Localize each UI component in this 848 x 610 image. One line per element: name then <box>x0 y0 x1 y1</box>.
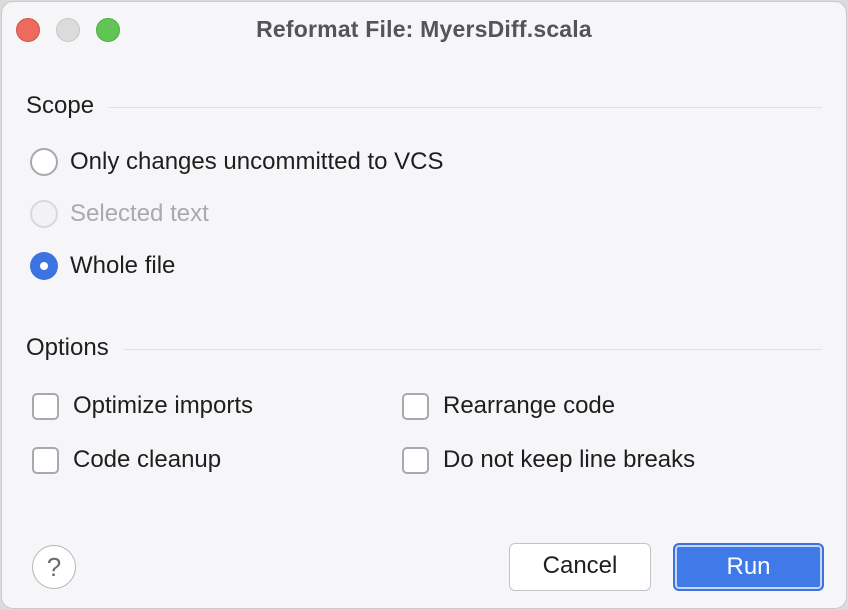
help-icon[interactable]: ? <box>32 545 76 589</box>
radio-button[interactable] <box>30 148 58 176</box>
radio-label: Selected text <box>70 200 209 227</box>
radio-label: Whole file <box>70 252 176 279</box>
options-section-header: Options <box>26 333 822 363</box>
checkbox-rearrange-code[interactable]: Rearrange code <box>402 390 615 422</box>
checkbox[interactable] <box>32 446 59 474</box>
checkbox[interactable] <box>402 392 429 420</box>
checkbox[interactable] <box>402 446 429 474</box>
run-button[interactable]: Run <box>673 543 824 591</box>
radio-label: Only changes uncommitted to VCS <box>70 148 444 175</box>
checkbox-do-not-keep-line-breaks[interactable]: Do not keep line breaks <box>402 444 695 476</box>
radio-option-whole-file[interactable]: Whole file <box>30 250 175 282</box>
checkbox-code-cleanup[interactable]: Code cleanup <box>32 444 221 476</box>
dialog-title: Reformat File: MyersDiff.scala <box>256 16 592 42</box>
cancel-button[interactable]: Cancel <box>509 543 651 591</box>
checkbox-label: Code cleanup <box>73 446 222 473</box>
radio-button-disabled <box>30 200 58 228</box>
options-header-label: Options <box>26 334 109 361</box>
scope-divider <box>108 106 822 108</box>
checkbox-label: Do not keep line breaks <box>443 446 696 473</box>
radio-option-uncommitted-changes[interactable]: Only changes uncommitted to VCS <box>30 146 444 178</box>
checkbox-label: Rearrange code <box>443 392 616 419</box>
checkbox-optimize-imports[interactable]: Optimize imports <box>32 390 253 422</box>
checkbox-label: Optimize imports <box>73 392 254 419</box>
checkbox[interactable] <box>32 392 59 420</box>
title-bar: Reformat File: MyersDiff.scala <box>2 2 846 58</box>
scope-section-header: Scope <box>26 91 822 121</box>
options-divider <box>122 348 822 350</box>
radio-button-selected[interactable] <box>30 252 58 280</box>
reformat-file-dialog: Reformat File: MyersDiff.scala Scope Onl… <box>1 1 847 609</box>
radio-option-selected-text: Selected text <box>30 198 209 230</box>
scope-header-label: Scope <box>26 92 95 119</box>
